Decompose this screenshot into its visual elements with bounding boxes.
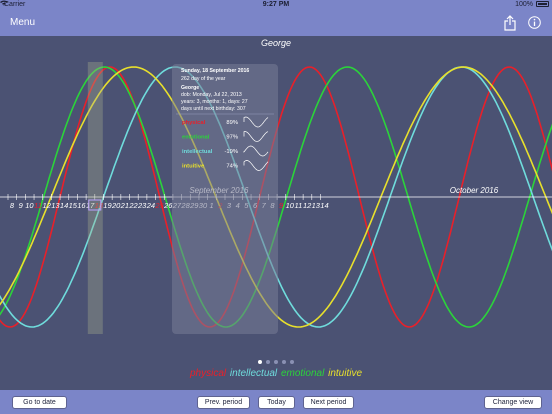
tick-label: 25 xyxy=(154,201,164,210)
info-row-label: physical xyxy=(182,120,206,126)
info-row-label: intuitive xyxy=(182,164,205,170)
month-label: October 2016 xyxy=(450,186,499,195)
info-row-label: emotional xyxy=(182,135,210,141)
legend-emotional: emotional xyxy=(280,368,325,379)
nav-bar: Menu xyxy=(0,11,552,36)
legend: physical intellectual emotional intuitiv… xyxy=(0,368,552,379)
prev-period-button[interactable]: Prev. period xyxy=(197,396,250,409)
info-day-of-year: 262 day of the year xyxy=(181,76,226,82)
tick-label: 26 xyxy=(163,201,173,210)
page-dot[interactable] xyxy=(274,360,278,364)
selected-day-band xyxy=(87,62,103,334)
tick-label: 9 xyxy=(19,201,24,210)
legend-intellectual: intellectual xyxy=(229,368,278,379)
info-dob: dob: Monday, Jul 22, 2013 xyxy=(181,92,242,98)
battery-percent: 100% xyxy=(515,1,533,8)
info-name: George xyxy=(181,85,199,91)
page-dot[interactable] xyxy=(258,360,262,364)
tick-label: 24 xyxy=(146,201,155,210)
tick-label: 8 xyxy=(10,201,15,210)
tick-label: 10 xyxy=(25,201,34,210)
page-dot[interactable] xyxy=(266,360,270,364)
info-icon[interactable] xyxy=(528,16,541,29)
chart-title: George xyxy=(261,38,291,48)
info-until-birthday: days until next birthday: 307 xyxy=(181,106,246,112)
today-button[interactable]: Today xyxy=(258,396,295,409)
tick-label: 11 xyxy=(295,201,303,210)
info-row-value: 97% xyxy=(226,135,238,141)
info-row-value: -19% xyxy=(224,149,238,155)
share-icon[interactable] xyxy=(503,15,517,31)
legend-physical: physical xyxy=(189,368,227,379)
biorhythm-chart[interactable]: George 891011121314151617181920212223242… xyxy=(0,36,552,390)
info-row-label: intellectual xyxy=(182,149,213,155)
tick-label: 23 xyxy=(137,201,147,210)
tick-label: 14 xyxy=(60,201,68,210)
tick-label: 22 xyxy=(128,201,138,210)
battery-icon xyxy=(536,1,549,7)
go-to-date-button[interactable]: Go to date xyxy=(12,396,67,409)
info-age: years: 3, months: 1, days: 27 xyxy=(181,99,248,105)
change-view-button[interactable]: Change view xyxy=(484,396,542,409)
bottom-toolbar: Go to date Prev. period Today Next perio… xyxy=(0,390,552,414)
clock: 9:27 PM xyxy=(262,1,290,8)
next-period-button[interactable]: Next period xyxy=(303,396,354,409)
page-dot[interactable] xyxy=(282,360,286,364)
tick-label: 14 xyxy=(320,201,328,210)
tick-label: 10 xyxy=(286,201,295,210)
info-row-value: 89% xyxy=(226,120,238,126)
page-dot[interactable] xyxy=(290,360,294,364)
tick-label: 20 xyxy=(111,201,121,210)
info-date: Sunday, 18 September 2016 xyxy=(181,68,249,74)
status-bar: Carrier 9:27 PM 100% xyxy=(0,0,552,11)
tick-label: 21 xyxy=(120,201,129,210)
page-indicator[interactable] xyxy=(0,351,552,364)
menu-button[interactable]: Menu xyxy=(10,17,35,28)
tick-label: 11 xyxy=(34,201,42,210)
legend-intuitive: intuitive xyxy=(328,368,362,379)
info-row-value: 74% xyxy=(226,164,238,170)
selection-layer: Sunday, 18 September 2016 262 day of the … xyxy=(87,62,278,334)
app-root: Carrier 9:27 PM 100% Menu George 8 9 10 11 1… xyxy=(0,0,552,414)
